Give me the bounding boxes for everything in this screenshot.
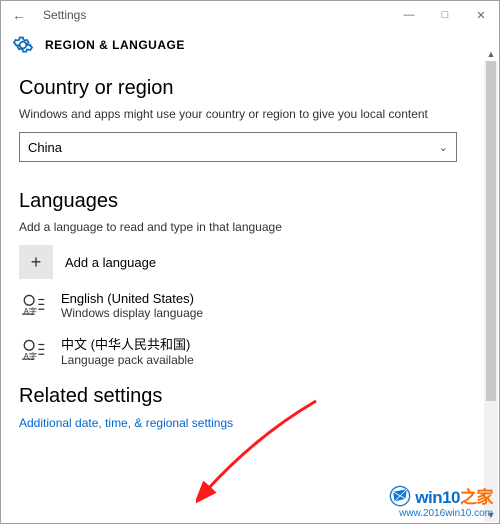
language-note: Language pack available xyxy=(61,353,194,367)
add-language-button[interactable]: + Add a language xyxy=(19,245,481,279)
window-titlebar: ← Settings — □ ✕ xyxy=(1,1,499,29)
related-heading: Related settings xyxy=(19,385,481,408)
language-globe-icon: A字 xyxy=(19,338,49,364)
language-globe-icon: A字 xyxy=(19,293,49,319)
page-title: REGION & LANGUAGE xyxy=(45,38,185,52)
window-controls: — □ ✕ xyxy=(391,1,499,29)
scroll-up-arrow[interactable]: ▲ xyxy=(484,47,498,61)
language-name: 中文 (中华人民共和国) xyxy=(61,334,194,353)
language-note: Windows display language xyxy=(61,306,203,320)
plus-icon: + xyxy=(19,245,53,279)
languages-heading: Languages xyxy=(19,190,481,213)
scroll-down-arrow[interactable]: ▼ xyxy=(484,508,498,522)
chevron-down-icon: ⌄ xyxy=(439,141,448,154)
language-item-chinese[interactable]: A字 中文 (中华人民共和国) Language pack available xyxy=(19,334,481,367)
back-button[interactable]: ← xyxy=(1,7,37,23)
svg-text:A字: A字 xyxy=(23,306,37,316)
close-button[interactable]: ✕ xyxy=(463,9,499,22)
country-dropdown[interactable]: China ⌄ xyxy=(19,132,457,162)
watermark-url: www.2016win10.com xyxy=(399,508,493,519)
languages-description: Add a language to read and type in that … xyxy=(19,219,481,235)
language-name: English (United States) xyxy=(61,291,203,306)
app-title: Settings xyxy=(43,8,86,22)
svg-text:A字: A字 xyxy=(23,351,37,361)
region-heading: Country or region xyxy=(19,77,481,100)
language-item-english[interactable]: A字 English (United States) Windows displ… xyxy=(19,291,481,320)
gear-icon xyxy=(13,35,33,55)
minimize-button[interactable]: — xyxy=(391,9,427,21)
additional-regional-settings-link[interactable]: Additional date, time, & regional settin… xyxy=(19,416,481,430)
content-pane: Country or region Windows and apps might… xyxy=(1,67,499,507)
page-header: REGION & LANGUAGE xyxy=(1,29,499,67)
country-selected-value: China xyxy=(28,140,62,155)
add-language-label: Add a language xyxy=(65,255,156,270)
maximize-button[interactable]: □ xyxy=(427,9,463,21)
region-description: Windows and apps might use your country … xyxy=(19,106,481,122)
